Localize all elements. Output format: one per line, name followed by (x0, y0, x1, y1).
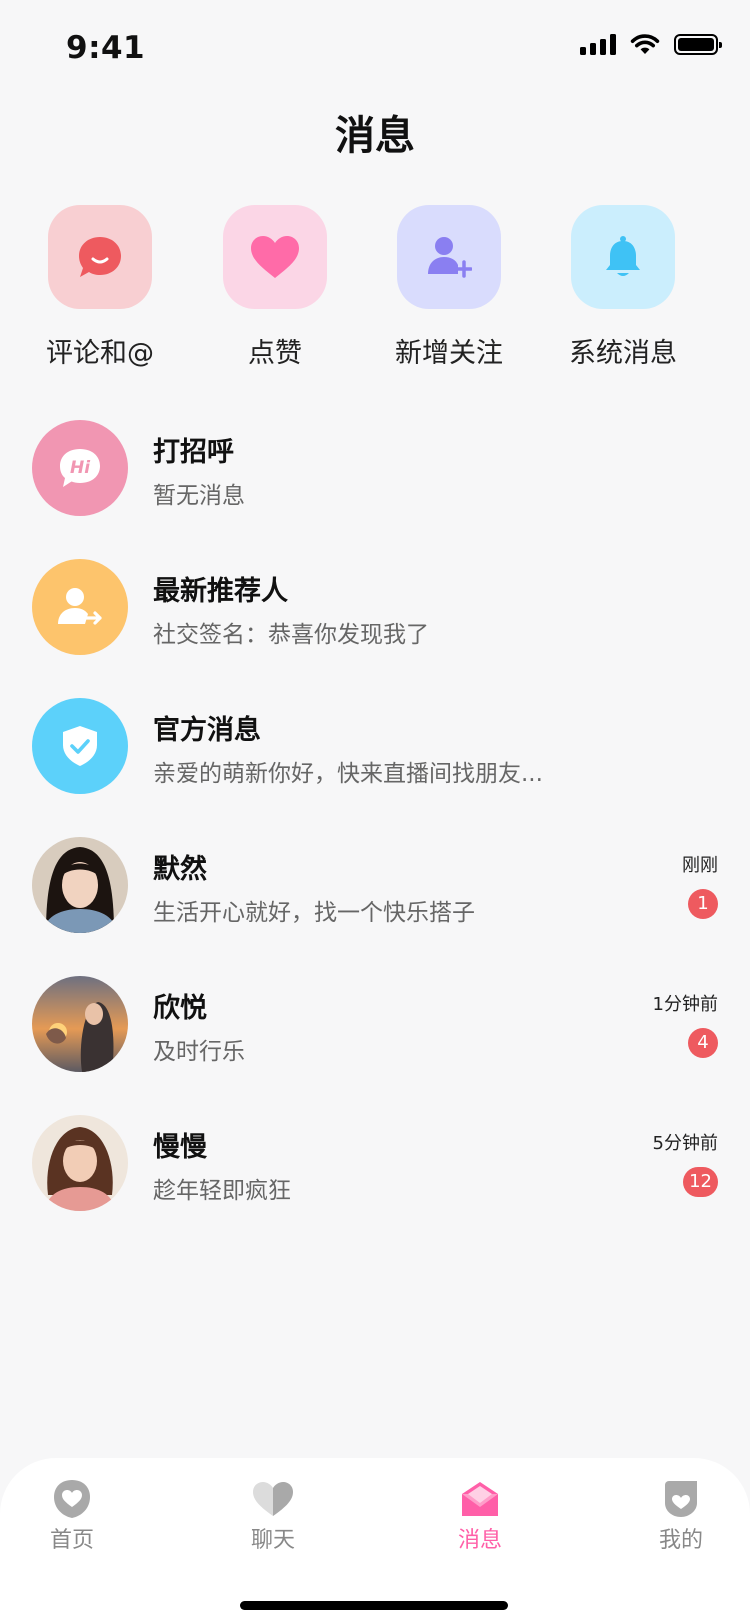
bell-icon (606, 236, 640, 276)
tab-home[interactable]: 首页 (12, 1478, 132, 1554)
avatar (32, 559, 128, 655)
quick-new-follows[interactable]: 新增关注 (359, 205, 539, 370)
item-time: 5分钟前 (652, 1133, 718, 1154)
item-name: 慢慢 (153, 1132, 207, 1163)
item-time: 刚刚 (682, 855, 718, 876)
tab-chat-label: 聊天 (250, 1528, 295, 1553)
item-name: 打招呼 (153, 437, 234, 468)
envelope-icon (462, 1482, 498, 1516)
tab-bar: 首页 聊天 消息 我的 (0, 1458, 750, 1624)
avatar (32, 1115, 128, 1211)
quick-comments[interactable]: 评论和@ (10, 205, 190, 370)
home-heart-icon (54, 1480, 90, 1518)
tab-chat[interactable]: 聊天 (213, 1478, 333, 1554)
quick-likes-label: 点赞 (248, 338, 302, 369)
unread-badge: 1 (688, 889, 718, 919)
unread-badge: 4 (688, 1028, 718, 1058)
item-preview: 社交签名：恭喜你发现我了 (153, 622, 429, 648)
quick-system-messages[interactable]: 系统消息 (533, 205, 713, 370)
item-name: 欣悦 (153, 993, 207, 1024)
item-preview: 暂无消息 (153, 483, 245, 509)
add-user-icon (428, 237, 472, 278)
quick-new-follows-label: 新增关注 (395, 338, 503, 369)
battery-icon (674, 33, 722, 55)
item-preview: 及时行乐 (153, 1039, 245, 1065)
status-icons (580, 33, 722, 55)
item-time: 1分钟前 (652, 994, 718, 1015)
avatar (32, 837, 128, 933)
user-share-icon (58, 588, 102, 625)
home-indicator (240, 1601, 508, 1610)
shield-check-icon (63, 726, 97, 766)
item-name: 官方消息 (153, 715, 261, 746)
list-item-chat[interactable]: 慢慢 趁年轻即疯狂 5分钟前 12 (0, 1105, 750, 1215)
item-preview: 亲爱的萌新你好，快来直播间找朋友... (153, 761, 543, 787)
quick-system-messages-label: 系统消息 (569, 338, 677, 369)
svg-text:Hi: Hi (70, 458, 91, 478)
profile-heart-icon (665, 1481, 697, 1517)
item-preview: 趁年轻即疯狂 (153, 1178, 291, 1204)
heart-icon (251, 236, 299, 278)
quick-likes[interactable]: 点赞 (185, 205, 365, 370)
item-name: 默然 (153, 854, 207, 885)
quick-likes-tile[interactable] (223, 205, 327, 309)
avatar (32, 976, 128, 1072)
comment-smile-icon (79, 237, 121, 277)
status-time: 9:41 (66, 30, 146, 66)
page-title: 消息 (335, 113, 415, 159)
avatar: Hi (32, 420, 128, 516)
unread-badge: 12 (683, 1167, 718, 1197)
avatar (32, 698, 128, 794)
tab-profile[interactable]: 我的 (621, 1478, 741, 1554)
hi-bubble-icon: Hi (60, 449, 100, 487)
quick-actions: 评论和@ 点赞 新增关注 系统消息 (0, 205, 750, 375)
list-item-official[interactable]: 官方消息 亲爱的萌新你好，快来直播间找朋友... (0, 688, 750, 798)
wifi-icon (630, 34, 660, 54)
tab-messages-label: 消息 (457, 1528, 502, 1553)
list-item-chat[interactable]: 欣悦 及时行乐 1分钟前 4 (0, 966, 750, 1076)
tab-messages[interactable]: 消息 (420, 1478, 540, 1554)
list-item-greetings[interactable]: Hi 打招呼 暂无消息 (0, 410, 750, 520)
quick-new-follows-tile[interactable] (397, 205, 501, 309)
status-bar: 9:41 (0, 0, 750, 100)
list-item-chat[interactable]: 默然 生活开心就好，找一个快乐搭子 刚刚 1 (0, 827, 750, 937)
tab-home-label: 首页 (49, 1528, 94, 1553)
quick-comments-tile[interactable] (48, 205, 152, 309)
list-item-recommended[interactable]: 最新推荐人 社交签名：恭喜你发现我了 (0, 549, 750, 659)
quick-system-messages-tile[interactable] (571, 205, 675, 309)
quick-comments-label: 评论和@ (46, 338, 154, 369)
chat-heart-icon (253, 1482, 293, 1516)
item-name: 最新推荐人 (153, 576, 288, 607)
item-preview: 生活开心就好，找一个快乐搭子 (153, 900, 475, 926)
signal-icon (580, 33, 616, 55)
tab-profile-label: 我的 (658, 1528, 703, 1553)
